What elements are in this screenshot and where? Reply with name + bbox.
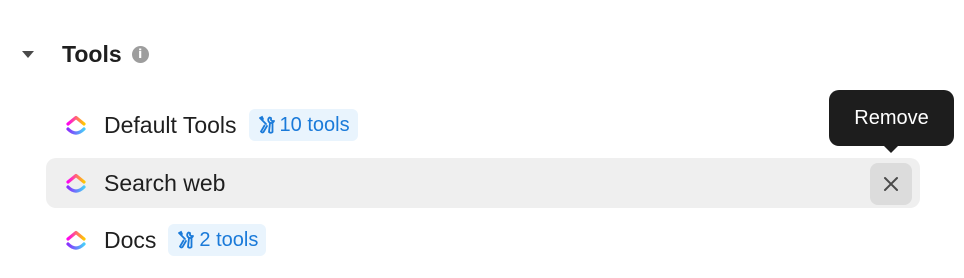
tool-label: Default Tools xyxy=(104,111,237,138)
info-icon[interactable]: i xyxy=(131,45,149,63)
clickup-logo-icon xyxy=(66,230,86,250)
close-icon xyxy=(884,177,898,191)
tool-label: Search web xyxy=(104,169,226,196)
badge-label: 10 tools xyxy=(279,113,350,136)
collapse-caret-icon[interactable] xyxy=(22,50,34,58)
wrench-screwdriver-icon xyxy=(178,230,195,249)
clickup-logo-icon xyxy=(66,115,86,135)
clickup-logo-icon xyxy=(66,173,86,193)
badge-label: 2 tools xyxy=(199,228,259,251)
tool-label: Docs xyxy=(104,226,157,253)
tools-section-header: Tools i xyxy=(20,36,149,72)
tools-count-badge[interactable]: 2 tools xyxy=(168,224,267,256)
remove-button[interactable] xyxy=(870,163,912,205)
section-title: Tools xyxy=(62,40,122,67)
tools-count-badge[interactable]: 10 tools xyxy=(248,109,358,141)
remove-tooltip: Remove xyxy=(829,90,954,153)
tooltip-text: Remove xyxy=(854,106,929,129)
tool-row-docs[interactable]: Docs 2 tools xyxy=(46,215,920,265)
tool-row-search-web[interactable]: Search web xyxy=(46,158,920,208)
wrench-screwdriver-icon xyxy=(258,115,275,134)
tool-row-default-tools[interactable]: Default Tools 10 tools xyxy=(46,100,920,150)
